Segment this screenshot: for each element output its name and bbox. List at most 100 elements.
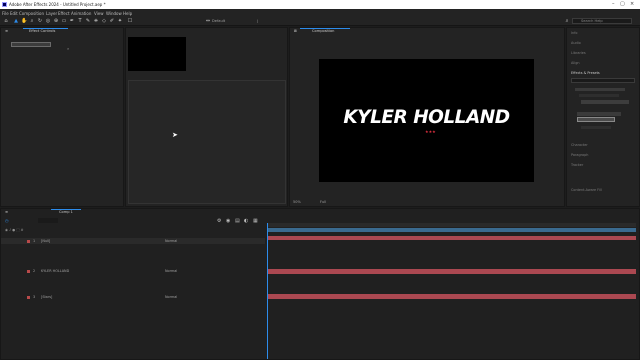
timecode[interactable]: ◷ [5,218,35,223]
motion-blur-icon[interactable]: ◐ [244,218,248,224]
effects-tree-item[interactable] [581,100,629,104]
effects-tree-item-selected[interactable] [577,117,615,122]
stars-graphic: ★★★ [425,129,436,134]
composition-viewer[interactable]: KYLER HOLLAND ★★★ [319,59,534,182]
layer-mode[interactable]: Normal [165,239,177,243]
panel-item-info[interactable]: Info [571,31,577,35]
label-color[interactable] [27,269,30,273]
close-icon[interactable]: × [630,1,634,7]
graph-editor-icon[interactable]: ▦ [253,218,258,224]
panel-item-align[interactable]: Align [571,61,580,65]
layer-bar[interactable] [268,294,636,299]
eraser-tool-icon[interactable]: ◇ [101,18,107,24]
table-row[interactable]: 3 [Stars] Normal [1,294,265,300]
shy-icon[interactable]: ◉ [226,218,230,224]
effects-tree-item[interactable] [581,126,611,129]
expand-icon[interactable]: ⇔ [205,18,211,24]
camera-tool-icon[interactable]: ◎ [45,18,51,24]
hand-tool-icon[interactable]: ✋ [21,18,27,24]
zoom-tool-icon[interactable]: ⌕ [29,18,35,24]
mouse-cursor-icon: ➤ [172,131,178,139]
roto-brush-tool-icon[interactable]: ✐ [109,18,115,24]
selection-tool-icon[interactable]: ▲ [13,18,19,24]
resolution-select[interactable]: Full [320,200,326,204]
tab-comp-1[interactable]: Comp 1 [59,210,73,214]
layer-header-row: ◉ ♪ ● ⬚ # [5,228,24,232]
layer-number: 3 [33,295,36,299]
label-color[interactable] [27,239,30,243]
snapping-icon[interactable]: ☐ [127,18,133,24]
frame-blending-icon[interactable]: ▤ [235,218,240,224]
table-row[interactable]: 1 [Null] Normal [1,238,265,244]
toolbar-divider: | [257,18,259,23]
menu-window[interactable]: Window [106,11,122,16]
rotate-tool-icon[interactable]: ↻ [37,18,43,24]
panel-item-libraries[interactable]: Libraries [571,51,586,55]
search-icon[interactable]: ⌕ [564,18,570,24]
selected-item[interactable] [11,42,51,47]
label-color[interactable] [27,295,30,299]
table-row[interactable]: 2 KYLER HOLLAND Normal [1,268,265,274]
app-logo-icon [2,2,7,7]
clone-stamp-tool-icon[interactable]: ⎈ [93,18,99,24]
menu-file[interactable]: File [2,11,9,16]
layer-mode[interactable]: Normal [165,295,177,299]
layer-bar[interactable] [268,269,636,274]
layer-number: 1 [33,239,36,243]
panel-item-effects-presets[interactable]: Effects & Presets [571,71,600,75]
layer-search-input[interactable] [38,218,58,223]
menu-help[interactable]: Help [123,11,132,16]
tab-composition[interactable]: Composition [312,29,334,33]
panel-item-content-aware-fill[interactable]: Content-Aware Fill [571,188,602,192]
menu-composition[interactable]: Composition [19,11,44,16]
current-time-indicator[interactable] [267,223,268,359]
search-help-input[interactable]: Search Help [572,18,632,24]
effects-tree-item[interactable] [577,112,621,116]
menu-bar: File Edit Composition Layer Effect Anima… [0,9,640,16]
search-icon[interactable]: ⌕ [67,46,69,51]
layer-bar[interactable] [268,236,636,240]
menu-view[interactable]: View [94,11,104,16]
preview-panel: ➤ [125,27,288,207]
footage-thumbnail [128,37,186,71]
right-panel-stack: Info Audio Libraries Align Effects & Pre… [566,27,640,207]
window-title: Adobe After Effects 2024 - Untitled Proj… [9,2,106,7]
menu-edit[interactable]: Edit [10,11,18,16]
pan-behind-tool-icon[interactable]: ⊕ [53,18,59,24]
menu-effect[interactable]: Effect [58,11,70,16]
tab-project[interactable]: ≡ [5,29,8,33]
panel-item-paragraph[interactable]: Paragraph [571,153,588,157]
comp-headline-text: KYLER HOLLAND [343,107,510,128]
layer-name[interactable]: [Null] [41,239,50,243]
tab-render-queue[interactable]: ≡ [5,210,8,214]
workspace-label[interactable]: Default [212,19,225,23]
type-tool-icon[interactable]: T [77,18,83,24]
home-icon[interactable]: ⌂ [3,18,9,24]
tab-effect-controls[interactable]: Effect Controls [29,29,55,33]
panel-item-audio[interactable]: Audio [571,41,581,45]
lock-icon[interactable]: ⊠ [294,29,297,33]
title-bar: Adobe After Effects 2024 - Untitled Proj… [0,0,640,9]
layer-mode[interactable]: Normal [165,269,177,273]
brush-tool-icon[interactable]: ✎ [85,18,91,24]
effects-search-input[interactable] [571,78,635,83]
puppet-tool-icon[interactable]: ✦ [117,18,123,24]
menu-layer[interactable]: Layer [46,11,57,16]
work-area-bar[interactable] [268,228,636,232]
mask-tool-icon[interactable]: ▭ [61,18,67,24]
panel-item-tracker[interactable]: Tracker [571,163,583,167]
properties-area [128,80,286,204]
effects-tree-item[interactable] [575,88,625,91]
layer-name[interactable]: KYLER HOLLAND [41,269,69,273]
layer-number: 2 [33,269,36,273]
draft-3d-icon[interactable]: ⚙ [217,218,221,224]
panel-item-character[interactable]: Character [571,143,588,147]
menu-animation[interactable]: Animation [71,11,91,16]
layer-name[interactable]: [Stars] [41,295,52,299]
maximize-icon[interactable]: ▢ [620,1,625,7]
pen-tool-icon[interactable]: ✒ [69,18,75,24]
minimize-icon[interactable]: – [612,1,615,7]
zoom-select[interactable]: 50% [293,200,301,204]
time-ruler[interactable] [268,223,636,227]
effects-tree-item[interactable] [579,94,619,97]
